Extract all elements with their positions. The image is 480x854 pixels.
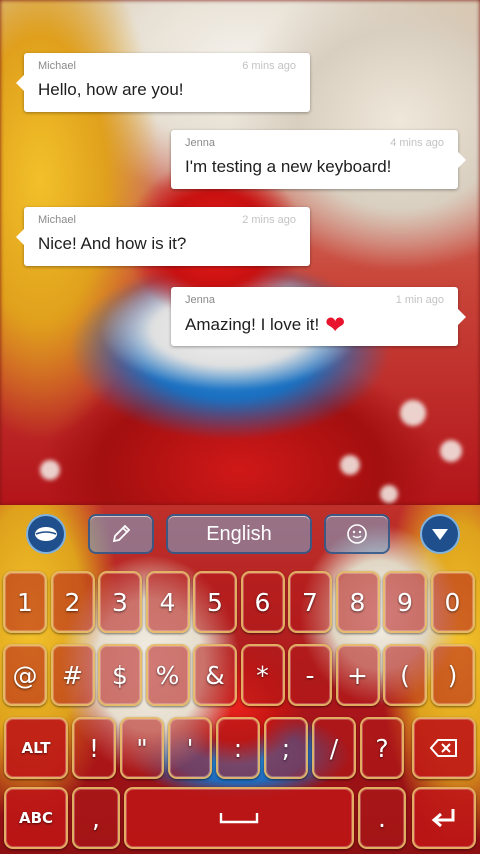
alt-key[interactable]: ALT [4, 717, 68, 779]
symbol-key-6[interactable]: - [288, 644, 332, 706]
language-label: English [206, 522, 272, 545]
digit-key-6[interactable]: 7 [288, 571, 332, 633]
message-sender: Jenna [185, 137, 215, 149]
digit-key-label: 1 [17, 587, 33, 617]
punct-key-2[interactable]: ' [168, 717, 212, 779]
space-key[interactable] [124, 787, 354, 849]
symbol-key-label: # [62, 660, 83, 690]
punct-key-label: : [233, 733, 243, 763]
pencil-icon [112, 524, 131, 543]
punct-key-label: / [329, 733, 339, 763]
heart-icon: ❤ [325, 312, 346, 339]
comma-key[interactable]: , [72, 787, 120, 849]
edit-button[interactable] [88, 514, 154, 554]
symbol-key-label: ( [400, 660, 410, 690]
abc-key[interactable]: ABC [4, 787, 68, 849]
backspace-key[interactable] [412, 717, 476, 779]
symbol-key-9[interactable]: ) [430, 644, 475, 706]
keyboard-logo-button[interactable] [26, 514, 66, 554]
symbol-key-label: & [205, 660, 225, 690]
message-text: Nice! And how is it? [38, 234, 187, 253]
symbol-key-3[interactable]: % [145, 644, 190, 706]
digit-key-label: 5 [207, 587, 223, 617]
digit-key-3[interactable]: 4 [145, 571, 190, 633]
punct-key-label: ? [375, 733, 389, 763]
digit-key-label: 8 [349, 587, 366, 617]
message-sender: Michael [38, 60, 76, 72]
digit-key-4[interactable]: 5 [193, 571, 237, 633]
message-text: Hello, how are you! [38, 80, 184, 99]
symbol-key-0[interactable]: @ [3, 644, 47, 706]
message-time: 4 mins ago [390, 137, 444, 149]
symbol-key-label: * [256, 660, 269, 690]
symbol-key-8[interactable]: ( [383, 644, 427, 706]
symbol-key-4[interactable]: & [193, 644, 237, 706]
punct-key-0[interactable]: ! [72, 717, 116, 779]
symbol-key-label: - [305, 660, 315, 690]
symbol-key-label: + [347, 660, 368, 690]
language-button[interactable]: English [166, 514, 312, 554]
digit-key-label: 4 [159, 587, 176, 617]
symbol-key-5[interactable]: * [240, 644, 285, 706]
digit-key-label: 9 [397, 587, 413, 617]
digit-key-5[interactable]: 6 [240, 571, 285, 633]
message-text: I'm testing a new keyboard! [185, 157, 392, 176]
punct-key-label: " [136, 733, 148, 763]
digit-key-9[interactable]: 0 [430, 571, 475, 633]
hide-keyboard-button[interactable] [420, 514, 460, 554]
alt-key-label: ALT [21, 739, 51, 757]
symbol-key-2[interactable]: $ [98, 644, 142, 706]
symbol-key-label: ) [447, 660, 458, 690]
period-key-label: . [378, 803, 386, 833]
message-text-content: Amazing! I love it! [185, 315, 320, 334]
digit-key-0[interactable]: 1 [3, 571, 47, 633]
punct-key-label: ; [281, 733, 291, 763]
digit-key-label: 0 [444, 587, 461, 617]
backspace-icon [429, 739, 457, 757]
punct-key-4[interactable]: ; [264, 717, 308, 779]
symbol-key-7[interactable]: + [335, 644, 380, 706]
punct-key-1[interactable]: " [120, 717, 164, 779]
message-time: 1 min ago [395, 294, 444, 306]
period-key[interactable]: . [358, 787, 406, 849]
digit-key-1[interactable]: 2 [50, 571, 95, 633]
digit-key-7[interactable]: 8 [335, 571, 380, 633]
digit-key-label: 2 [64, 587, 81, 617]
digit-key-2[interactable]: 3 [98, 571, 142, 633]
comma-key-label: , [92, 803, 100, 833]
message-bubble-jenna-2: Jenna 1 min ago Amazing! I love it! ❤ [171, 287, 466, 346]
keyboard: English 1 2 3 4 5 6 7 8 9 0 @ # $% & * - + () ALT ! " ':; /… [0, 505, 480, 854]
chevron-down-icon [432, 529, 448, 540]
symbol-key-label: $ [112, 660, 128, 690]
punct-key-label: ' [186, 733, 194, 763]
message-bubble-michael-2: Michael 2 mins ago Nice! And how is it? [16, 207, 310, 266]
enter-key[interactable] [412, 787, 476, 849]
digit-key-label: 6 [254, 587, 271, 617]
punct-key-5[interactable]: / [312, 717, 356, 779]
message-time: 2 mins ago [242, 214, 296, 226]
punct-key-6[interactable]: ? [360, 717, 404, 779]
symbol-key-label: @ [12, 660, 38, 690]
digit-key-8[interactable]: 9 [383, 571, 427, 633]
emoji-button[interactable] [324, 514, 390, 554]
message-text: Amazing! I love it! ❤ [185, 314, 345, 338]
punct-key-label: ! [88, 733, 100, 763]
leaf-logo-icon [35, 527, 57, 541]
space-icon [219, 813, 259, 824]
message-bubble-michael-1: Michael 6 mins ago Hello, how are you! [16, 53, 310, 112]
message-sender: Jenna [185, 294, 215, 306]
digit-key-label: 3 [112, 587, 128, 617]
message-bubble-jenna-1: Jenna 4 mins ago I'm testing a new keybo… [171, 130, 466, 189]
message-time: 6 mins ago [242, 60, 296, 72]
punct-key-3[interactable]: : [216, 717, 260, 779]
symbol-key-label: % [155, 660, 180, 690]
smiley-icon [347, 524, 367, 544]
symbol-key-1[interactable]: # [50, 644, 95, 706]
digit-key-label: 7 [302, 587, 318, 617]
enter-icon [431, 809, 455, 828]
message-sender: Michael [38, 214, 76, 226]
abc-key-label: ABC [18, 809, 54, 827]
